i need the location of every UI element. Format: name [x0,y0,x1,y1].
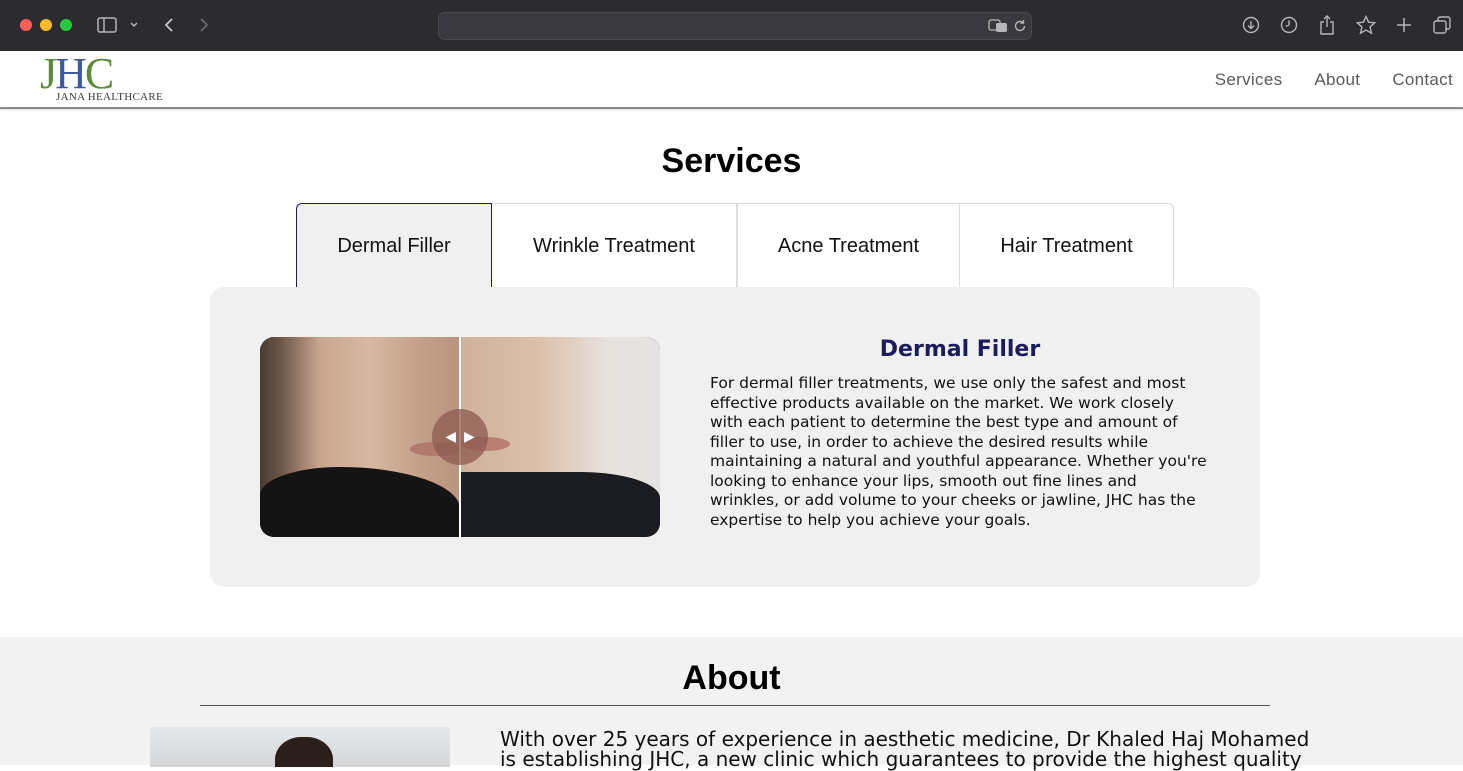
history-icon[interactable] [1279,15,1299,35]
reload-icon[interactable] [1012,18,1028,34]
share-icon[interactable] [1317,14,1337,36]
address-bar[interactable] [438,12,1032,40]
forward-icon[interactable] [195,15,213,35]
service-description: For dermal filler treatments, we use onl… [710,374,1207,529]
before-after-slider[interactable]: ◀ ▶ [260,337,660,537]
about-heading: About [682,659,781,697]
chevron-down-icon[interactable] [128,18,140,32]
tabs-icon[interactable] [1431,15,1453,35]
site-header: JHC JANA HEALTHCARE Services About Conta… [0,51,1463,109]
nav-link-contact[interactable]: Contact [1392,70,1453,90]
services-heading: Services [661,142,802,180]
service-info: Dermal Filler For dermal filler treatmen… [710,337,1210,530]
nav-link-about[interactable]: About [1314,70,1360,90]
new-tab-icon[interactable] [1394,15,1414,35]
logo-mark: JHC [40,49,114,98]
close-window-button[interactable] [20,19,32,31]
star-icon[interactable] [1355,14,1377,36]
browser-toolbar [0,0,1463,51]
tab-dermal-filler[interactable]: Dermal Filler [296,203,492,288]
site-logo[interactable]: JHC JANA HEALTHCARE [40,51,170,109]
zoom-window-button[interactable] [60,19,72,31]
back-icon[interactable] [160,15,178,35]
arrow-right-icon: ▶ [464,429,475,445]
about-section: About With over 25 years of experience i… [0,637,1463,769]
translate-icon[interactable] [987,18,1009,34]
tab-wrinkle-treatment[interactable]: Wrinkle Treatment [492,203,737,288]
service-panel: ◀ ▶ Dermal Filler For dermal filler trea… [210,287,1260,587]
tab-acne-treatment[interactable]: Acne Treatment [737,203,960,288]
minimize-window-button[interactable] [40,19,52,31]
tab-hair-treatment[interactable]: Hair Treatment [960,203,1174,288]
logo-subtitle: JANA HEALTHCARE [56,91,164,103]
slider-handle[interactable]: ◀ ▶ [432,409,488,465]
arrow-left-icon: ◀ [445,429,456,445]
main-nav: Services About Contact [1215,51,1453,109]
after-image [460,337,660,537]
doctor-photo [150,727,450,767]
sidebar-icon[interactable] [97,16,117,34]
about-divider [200,705,1270,706]
service-title: Dermal Filler [879,337,1041,362]
before-image [260,337,460,537]
services-tabs: Dermal Filler Wrinkle Treatment Acne Tre… [296,203,1174,288]
nav-link-services[interactable]: Services [1215,70,1283,90]
download-icon[interactable] [1241,15,1261,35]
about-description: With over 25 years of experience in aest… [500,727,1310,771]
